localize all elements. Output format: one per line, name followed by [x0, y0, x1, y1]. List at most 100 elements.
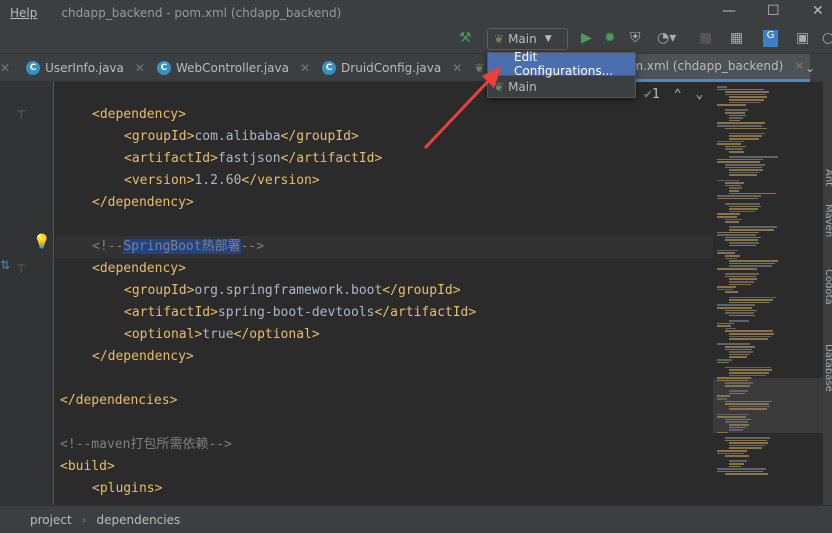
project-structure-icon[interactable]: ▦ [730, 30, 743, 46]
xml-tag: <dependency> [92, 107, 186, 122]
maximize-button[interactable]: ☐ [767, 3, 780, 19]
minimap-line [717, 161, 760, 163]
minimap-line [725, 109, 748, 111]
xml-tag: </version> [241, 173, 320, 188]
minimap-line [729, 281, 754, 283]
code-line[interactable] [55, 368, 713, 390]
minimap-line [725, 112, 745, 114]
minimap-line [725, 221, 739, 223]
code-line[interactable]: </dependencies> [55, 390, 713, 412]
update-icon[interactable]: ⇅ [0, 258, 10, 272]
minimap-line [717, 450, 747, 452]
tool-codota[interactable]: Codota [823, 269, 832, 305]
tab-webcontroller[interactable]: C WebController.java ✕ [151, 54, 316, 82]
minimap-line [717, 286, 736, 288]
close-window-button[interactable]: ✕ [812, 3, 824, 19]
minimap-line [729, 101, 761, 104]
code-line[interactable]: <version>1.2.60</version> [55, 170, 713, 192]
code-line[interactable]: <build> [55, 456, 713, 478]
code-line[interactable]: <!--SpringBoot热部署--> [55, 236, 713, 258]
run-configuration-dropdown[interactable]: ❦ Main ▼ [487, 28, 568, 50]
class-icon: C [26, 60, 41, 75]
minimap-line [729, 296, 776, 299]
code-line[interactable]: </dependency> [55, 346, 713, 368]
minimap-line [729, 190, 739, 192]
minimap-line [729, 242, 759, 244]
code-line[interactable]: <artifactId>spring-boot-devtools</artifa… [55, 302, 713, 324]
fold-marker-icon[interactable]: ⊤ [16, 108, 26, 122]
editor-gutter: ⊤ 💡 ⇅ ⊤ [0, 82, 54, 505]
minimap-line [729, 119, 740, 122]
minimap-line [729, 351, 753, 353]
build-hammer-icon[interactable]: ⚒ [459, 30, 472, 46]
minimap-line [729, 333, 774, 335]
code-line[interactable]: <!--maven打包所需依赖--> [55, 434, 713, 456]
next-highlight-icon[interactable]: ⌄ [695, 87, 703, 102]
minimize-button[interactable]: — [722, 3, 736, 19]
code-minimap[interactable] [713, 82, 823, 505]
terminal-icon[interactable]: ▣ [796, 30, 809, 46]
minimap-line [725, 421, 748, 423]
minimap-line [725, 403, 769, 405]
minimap-line [717, 379, 748, 382]
minimap-line [717, 234, 756, 236]
code-line[interactable]: <groupId>com.alibaba</groupId> [55, 126, 713, 148]
minimap-line [717, 416, 746, 418]
code-line[interactable] [55, 412, 713, 434]
code-line[interactable]: <optional>true</optional> [55, 324, 713, 346]
profile-icon[interactable]: ◔▾ [657, 30, 676, 46]
tab-label: om.xml (chdapp_backend) [624, 59, 784, 73]
minimap-line [729, 226, 777, 228]
code-line[interactable] [55, 214, 713, 236]
tab-druidconfig[interactable]: C DruidConfig.java ✕ [316, 54, 468, 82]
code-editor[interactable]: ✔1 ⌃ ⌄ <dependency> <groupId>com.alibaba<… [55, 82, 713, 505]
breadcrumb-item[interactable]: dependencies [96, 513, 180, 527]
edit-configurations-item[interactable]: Edit Configurations... [488, 50, 635, 78]
code-line[interactable]: <dependency> [55, 258, 713, 280]
minimap-line [729, 301, 770, 304]
minimap-line [729, 171, 760, 174]
minimap-line [717, 359, 732, 361]
minimap-line [717, 179, 739, 182]
tool-database[interactable]: Database [823, 344, 832, 392]
code-line[interactable]: </dependency> [55, 192, 713, 214]
main-config-item[interactable]: ❦ Main [488, 76, 635, 98]
code-line[interactable]: <artifactId>fastjson</artifactId> [55, 148, 713, 170]
tool-maven[interactable]: Maven [823, 204, 832, 237]
close-tab-icon[interactable]: ✕ [300, 61, 310, 75]
minimap-line [729, 353, 750, 356]
tab-pom-xml[interactable]: om.xml (chdapp_backend) ✕ [618, 53, 811, 82]
debug-bug-icon[interactable]: ✹ [604, 30, 616, 46]
close-tab-icon[interactable]: ✕ [0, 61, 10, 75]
minimap-line [717, 195, 761, 197]
minimap-line [725, 93, 766, 96]
tabs-overflow-chevron-icon[interactable]: ⌄ [805, 61, 815, 75]
inspection-widget[interactable]: ✔1 ⌃ ⌄ [644, 87, 703, 102]
minimap-line [717, 413, 749, 416]
xml-tag: </artifactId> [374, 305, 477, 320]
breadcrumb-separator-icon: › [81, 512, 87, 527]
close-tab-icon[interactable]: ✕ [794, 59, 804, 73]
previous-highlight-icon[interactable]: ⌃ [674, 87, 682, 102]
xml-tag: </dependency> [92, 195, 194, 210]
breadcrumb-item[interactable]: project [30, 513, 72, 527]
code-line[interactable]: <dependency> [55, 104, 713, 126]
translate-icon[interactable]: G [763, 30, 778, 47]
close-tab-icon[interactable]: ✕ [452, 61, 462, 75]
stop-icon[interactable]: ■ [699, 30, 712, 46]
minimap-line [729, 135, 762, 137]
window-title: chdapp_backend - pom.xml (chdapp_backend… [61, 5, 342, 20]
fold-marker-icon[interactable]: ⊤ [16, 262, 26, 276]
tool-ant[interactable]: Ant [823, 169, 832, 186]
tab-userinfo[interactable]: C UserInfo.java ✕ [20, 54, 151, 82]
run-icon[interactable]: ▶ [581, 30, 592, 46]
minimap-line [717, 468, 766, 470]
lightbulb-icon[interactable]: 💡 [33, 234, 50, 250]
code-line[interactable]: <plugins> [55, 478, 713, 500]
search-icon[interactable]: ○ [822, 30, 832, 46]
coverage-icon[interactable]: ⛨ [630, 30, 641, 46]
menu-help[interactable]: Help [10, 6, 37, 20]
xml-tag: </optional> [233, 327, 320, 342]
close-tab-icon[interactable]: ✕ [135, 61, 145, 75]
code-line[interactable]: <groupId>org.springframework.boot</group… [55, 280, 713, 302]
